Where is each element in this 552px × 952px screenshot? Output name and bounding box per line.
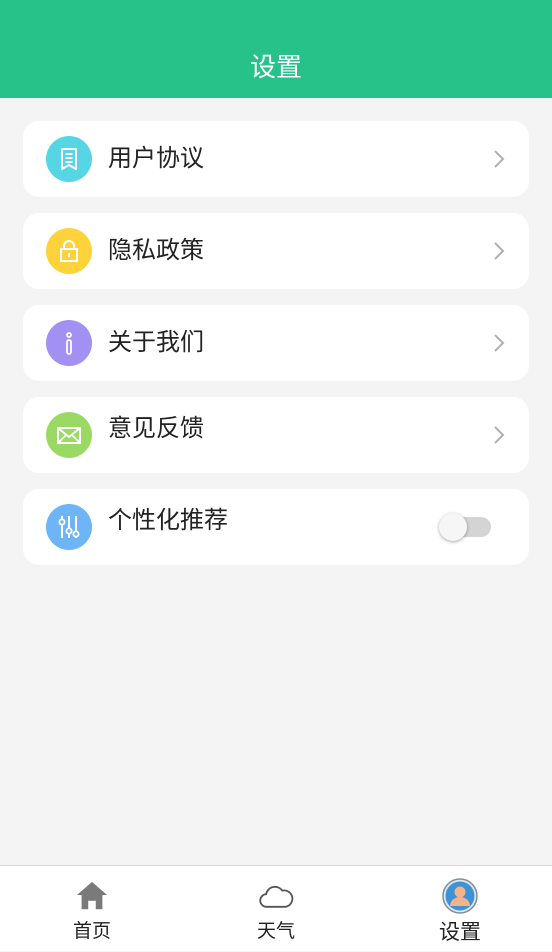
chevron-right-icon [494,426,505,444]
settings-item-user-agreement[interactable]: 用户协议 [23,121,529,197]
chevron-right-icon [494,150,505,168]
chevron-right-icon [494,242,505,260]
tab-label: 天气 [256,920,295,942]
settings-item-label: 意见反馈 [108,414,204,442]
personalized-recommendation-toggle[interactable] [439,513,491,541]
home-icon [74,878,110,914]
mail-icon [46,412,92,458]
settings-item-label: 个性化推荐 [108,506,228,534]
settings-item-personalized-recommendation: 个性化推荐 [23,489,529,565]
avatar-icon [442,878,478,914]
bottom-tab-bar: 首页 天气 设置 [0,865,552,951]
settings-item-label: 隐私政策 [108,236,204,264]
settings-item-privacy-policy[interactable]: 隐私政策 [23,213,529,289]
lock-icon [46,228,92,274]
document-icon [46,136,92,182]
settings-item-label: 用户协议 [108,144,204,172]
tab-label: 首页 [72,920,111,942]
header-bar: 设置 [0,0,552,98]
sliders-icon [46,504,92,550]
chevron-right-icon [494,334,505,352]
tab-label: 设置 [439,920,481,944]
settings-list: 用户协议 隐私政策 关于我们 意见反馈 个性化推荐 [23,121,529,581]
settings-item-label: 关于我们 [108,328,204,356]
tab-weather[interactable]: 天气 [216,866,336,952]
cloud-icon [258,878,294,914]
settings-item-feedback[interactable]: 意见反馈 [23,397,529,473]
toggle-knob [439,513,467,541]
info-icon [46,320,92,366]
page-title: 设置 [249,52,302,83]
tab-home[interactable]: 首页 [32,866,152,952]
settings-item-about-us[interactable]: 关于我们 [23,305,529,381]
tab-settings[interactable]: 设置 [400,866,520,952]
